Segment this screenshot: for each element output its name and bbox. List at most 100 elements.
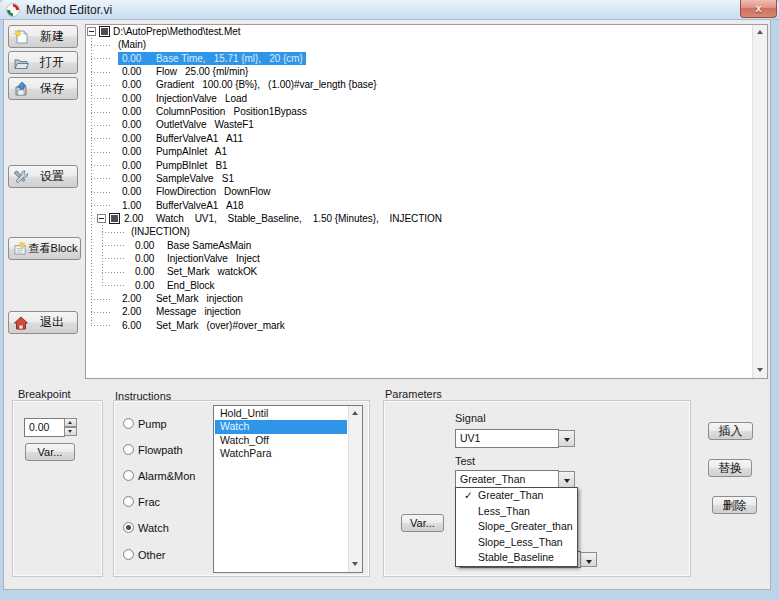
method-tree[interactable]: D:\AutoPrep\Method\test.Met (Main) 0.00B…: [85, 24, 768, 379]
tree-row-selected[interactable]: 0.00Base Time, 15.71 {ml}, 20 {cm}: [86, 52, 102, 65]
tree-row[interactable]: 2.00Set_Mark injection: [86, 292, 102, 305]
tools-icon: [13, 169, 29, 185]
menu-item[interactable]: Slope_Greater_than: [456, 519, 577, 535]
settings-button-label: 设置: [29, 168, 75, 185]
tree-row[interactable]: 0.00Set_Mark watckOK: [86, 265, 102, 278]
tree-row[interactable]: 0.00BufferValveA1 A11: [86, 132, 102, 145]
radio-flowpath[interactable]: [123, 444, 134, 455]
test-label: Test: [455, 455, 475, 467]
tree-row[interactable]: 2.00Message injection: [86, 305, 102, 318]
exit-home-icon: [13, 315, 29, 331]
tree-row[interactable]: 0.00SampleValve S1: [86, 172, 102, 185]
tree-row-root[interactable]: D:\AutoPrep\Method\test.Met: [86, 25, 102, 38]
tree-row[interactable]: 0.00Gradient 100.00 {B%}, (1.00)#var_len…: [86, 78, 102, 91]
radio-alarmmon[interactable]: [123, 470, 134, 481]
tree-row[interactable]: 0.00PumpAInlet A1: [86, 145, 102, 158]
new-button[interactable]: 新建: [8, 25, 78, 48]
tree-row[interactable]: 0.00Base SameAsMain: [86, 239, 102, 252]
radio-alarmmon-label: Alarm&Mon: [138, 470, 195, 482]
test-dropdown-menu: ✓Greater_Than Less_Than Slope_Greater_th…: [455, 487, 578, 567]
new-button-label: 新建: [29, 28, 75, 45]
scroll-up-icon[interactable]: [349, 406, 363, 421]
radio-frac-label: Frac: [138, 496, 160, 508]
tree-row-watch[interactable]: 2.00Watch UV1, Stable_Baseline, 1.50 {Mi…: [86, 212, 102, 225]
list-item-selected[interactable]: Watch: [215, 420, 347, 433]
list-item[interactable]: WatchPara: [215, 447, 347, 460]
view-block-button-label: 查看Block: [28, 241, 78, 256]
tree-scrollbar[interactable]: [752, 25, 767, 378]
tree-row[interactable]: 0.00PumpBInlet B1: [86, 159, 102, 172]
open-button[interactable]: 打开: [8, 51, 78, 74]
radio-pump[interactable]: [123, 418, 134, 429]
radio-flowpath-label: Flowpath: [138, 444, 183, 456]
spin-up-icon[interactable]: [64, 418, 77, 427]
new-document-icon: [13, 29, 29, 45]
tree-row[interactable]: (Main): [86, 38, 102, 51]
collapse-icon[interactable]: [87, 27, 96, 36]
test-dropdown-icon[interactable]: [558, 471, 575, 488]
replace-button[interactable]: 替换: [708, 459, 752, 477]
parameters-var-button[interactable]: Var...: [401, 514, 444, 532]
title-bar: Method Editor.vi x: [0, 0, 779, 20]
radio-watch[interactable]: [123, 522, 134, 533]
signal-dropdown-icon[interactable]: [558, 430, 575, 447]
list-item[interactable]: Hold_Until: [215, 407, 347, 420]
tree-label: (Main): [118, 38, 146, 51]
tree-row[interactable]: 0.00InjectionValve Load: [86, 92, 102, 105]
watch-node-icon: [109, 213, 120, 224]
save-button[interactable]: 保存: [8, 77, 78, 100]
app-icon: [6, 3, 20, 17]
list-scrollbar[interactable]: [348, 406, 362, 572]
scroll-up-icon[interactable]: [753, 25, 767, 40]
parameters-section-label: Parameters: [385, 388, 442, 400]
collapse-icon[interactable]: [97, 214, 106, 223]
tree-row[interactable]: 1.00BufferValveA1 A18: [86, 199, 102, 212]
signal-label: Signal: [455, 412, 486, 424]
insert-button[interactable]: 插入: [708, 422, 753, 440]
radio-other-label: Other: [138, 549, 166, 561]
scroll-down-icon[interactable]: [349, 557, 363, 572]
instruction-list[interactable]: Hold_Until Watch Watch_Off WatchPara: [213, 405, 363, 573]
tree-row[interactable]: 0.00OutletValve WasteF1: [86, 118, 102, 131]
view-block-button[interactable]: 查看Block: [8, 237, 81, 260]
menu-item[interactable]: Less_Than: [456, 504, 577, 520]
tree-row[interactable]: 0.00FlowDirection DownFlow: [86, 185, 102, 198]
radio-watch-label: Watch: [138, 522, 169, 534]
list-item[interactable]: Watch_Off: [215, 434, 347, 447]
menu-item[interactable]: Stable_Baseline: [456, 550, 577, 566]
radio-other[interactable]: [123, 549, 134, 560]
open-folder-icon: [13, 55, 29, 71]
breakpoint-section-label: Breakpoint: [18, 388, 71, 400]
save-button-label: 保存: [29, 80, 75, 97]
selected-row-highlight: 0.00Base Time, 15.71 {ml}, 20 {cm}: [118, 52, 306, 65]
menu-item[interactable]: ✓Greater_Than: [456, 488, 577, 504]
exit-button-label: 退出: [29, 314, 75, 331]
radio-frac[interactable]: [123, 496, 134, 507]
exit-button[interactable]: 退出: [8, 311, 78, 334]
view-block-icon: [13, 241, 28, 256]
scroll-down-icon[interactable]: [753, 363, 767, 378]
save-icon: [13, 81, 29, 97]
breakpoint-input[interactable]: 0.00: [24, 418, 65, 437]
breakpoint-spinner[interactable]: [64, 418, 77, 437]
method-node-icon: [99, 26, 110, 37]
tree-root-label: D:\AutoPrep\Method\test.Met: [113, 25, 241, 38]
value-dropdown-icon[interactable]: [580, 552, 597, 567]
tree-row[interactable]: 6.00Set_Mark (over)#over_mark: [86, 319, 102, 332]
spin-down-icon[interactable]: [64, 427, 77, 436]
breakpoint-var-button[interactable]: Var...: [25, 443, 75, 461]
menu-item[interactable]: Slope_Less_Than: [456, 535, 577, 551]
tree-row[interactable]: (INJECTION): [86, 225, 102, 238]
checkmark-icon: ✓: [464, 488, 473, 504]
settings-button[interactable]: 设置: [8, 165, 78, 188]
tree-row[interactable]: 0.00InjectionValve Inject: [86, 252, 102, 265]
window-title: Method Editor.vi: [26, 3, 112, 17]
tree-row[interactable]: 0.00Flow 25.00 {ml/min}: [86, 65, 102, 78]
tree-row[interactable]: 0.00ColumnPosition Position1Bypass: [86, 105, 102, 118]
close-button[interactable]: x: [740, 0, 777, 18]
window: Method Editor.vi x 新建 打开 保存 设置: [0, 0, 779, 600]
signal-combobox[interactable]: UV1: [455, 429, 559, 448]
delete-button[interactable]: 删除: [712, 496, 757, 514]
tree-row[interactable]: 0.00End_Block: [86, 279, 102, 292]
radio-pump-label: Pump: [138, 418, 167, 430]
